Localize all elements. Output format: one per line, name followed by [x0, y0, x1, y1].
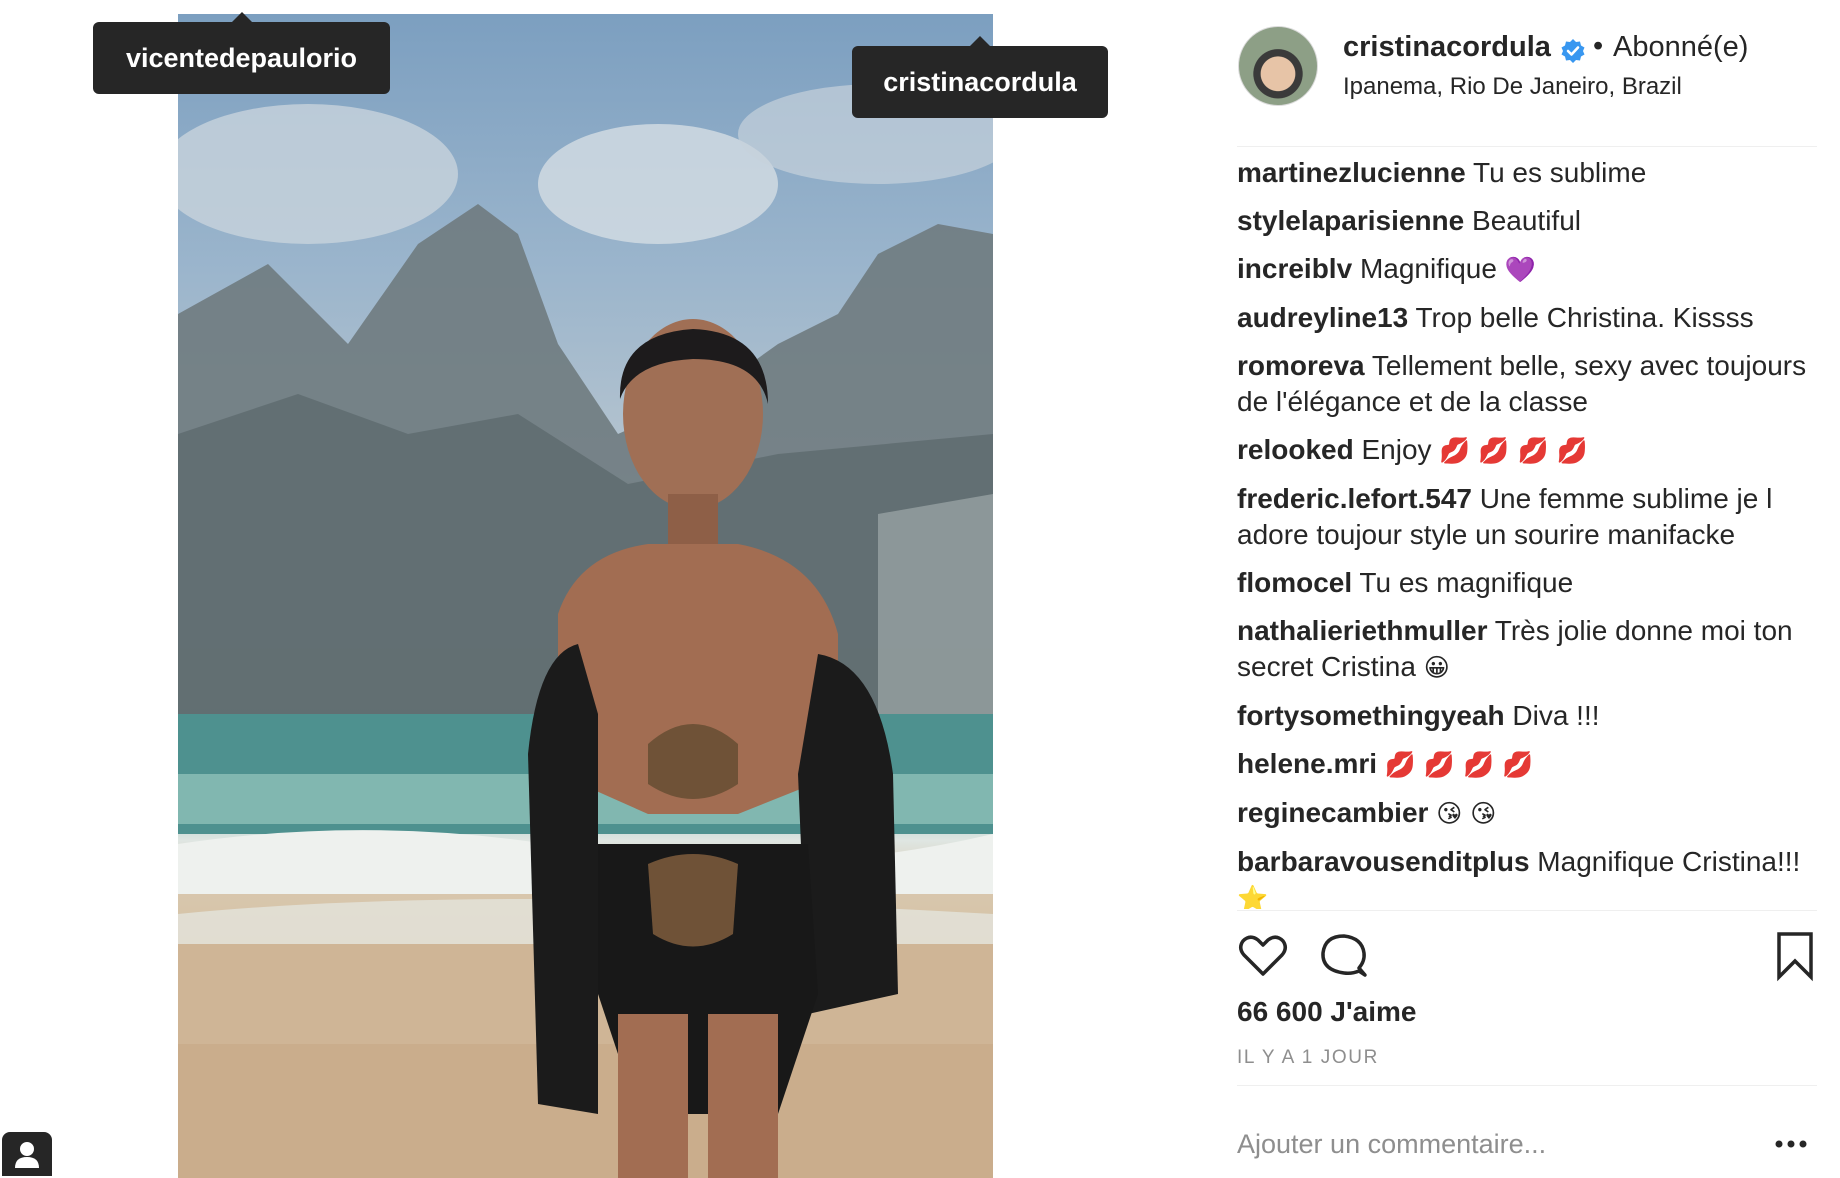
comment-item: romoreva Tellement belle, sexy avec touj…: [1237, 348, 1812, 420]
comment-username[interactable]: romoreva: [1237, 350, 1365, 381]
comment-text: Beautiful: [1472, 205, 1581, 236]
comment-item: stylelaparisienne Beautiful: [1237, 203, 1812, 239]
comment-item: audreyline13 Trop belle Christina. Kisss…: [1237, 300, 1812, 336]
tag-username: cristinacordula: [883, 67, 1077, 97]
likes-count[interactable]: 66 600 J'aime: [1237, 996, 1416, 1028]
speech-bubble-icon[interactable]: [1317, 930, 1369, 982]
heart-icon[interactable]: [1237, 930, 1289, 982]
post-header: cristinacordula • Abonné(e) Ipanema, Rio…: [1237, 26, 1817, 146]
comment-username[interactable]: martinezlucienne: [1237, 157, 1466, 188]
comment-item: martinezlucienne Tu es sublime: [1237, 155, 1812, 191]
comment-emoji: 💋 💋 💋 💋: [1384, 750, 1534, 779]
comment-item: relooked Enjoy 💋 💋 💋 💋: [1237, 432, 1812, 469]
separator-dot: •: [1593, 30, 1604, 62]
comment-username[interactable]: helene.mri: [1237, 748, 1377, 779]
ellipsis-icon[interactable]: [1773, 1138, 1809, 1150]
post-sidebar: cristinacordula • Abonné(e) Ipanema, Rio…: [1237, 0, 1817, 1178]
comment-text: Enjoy: [1361, 434, 1432, 465]
comment-emoji: 💜: [1504, 255, 1536, 284]
post-location[interactable]: Ipanema, Rio De Janeiro, Brazil: [1343, 73, 1682, 101]
comments-list[interactable]: martinezlucienne Tu es sublime stylelapa…: [1237, 147, 1817, 909]
user-silhouette-icon: [15, 1142, 39, 1168]
post-actions: [1237, 930, 1817, 982]
comment-text: Trop belle Christina. Kissss: [1415, 302, 1754, 333]
comment-item: increiblv Magnifique 💜: [1237, 251, 1812, 288]
comment-item: fortysomethingyeah Diva !!!: [1237, 698, 1812, 734]
photo-tag-cristinacordula[interactable]: cristinacordula: [852, 36, 1108, 118]
avatar[interactable]: [1238, 26, 1318, 106]
photo-tag-vicentedepaulorio[interactable]: vicentedepaulorio: [93, 12, 390, 94]
comment-text: Tu es magnifique: [1359, 567, 1574, 598]
comment-username[interactable]: reginecambier: [1237, 797, 1428, 828]
comment-emoji: 💋 💋 💋 💋: [1439, 436, 1588, 465]
post-timestamp[interactable]: IL Y A 1 JOUR: [1237, 1047, 1379, 1069]
beach-scene-image: [178, 84, 993, 1178]
add-comment-input[interactable]: [1237, 1124, 1737, 1164]
comment-username[interactable]: barbaravousenditplus: [1237, 846, 1530, 877]
post-author-username[interactable]: cristinacordula: [1343, 31, 1551, 64]
follow-status-button[interactable]: Abonné(e): [1613, 31, 1748, 64]
comment-username[interactable]: flomocel: [1237, 567, 1352, 598]
comment-username[interactable]: relooked: [1237, 434, 1354, 465]
comment-item: barbaravousenditplus Magnifique Cristina…: [1237, 844, 1812, 909]
comment-username[interactable]: nathalieriethmuller: [1237, 615, 1488, 646]
comment-text: Magnifique Cristina!!!: [1537, 846, 1801, 877]
comment-emoji: 😀: [1423, 653, 1450, 682]
post-photo[interactable]: [178, 14, 993, 1178]
comment-item: helene.mri 💋 💋 💋 💋: [1237, 746, 1812, 783]
comment-item: flomocel Tu es magnifique: [1237, 565, 1812, 601]
comment-emoji: ⭐: [1237, 884, 1269, 909]
comment-username[interactable]: fortysomethingyeah: [1237, 700, 1505, 731]
bookmark-icon[interactable]: [1769, 930, 1821, 982]
verified-badge-icon: [1561, 39, 1585, 63]
toggle-tags-button[interactable]: [2, 1132, 52, 1176]
comment-item: frederic.lefort.547 Une femme sublime je…: [1237, 481, 1812, 553]
divider: [1237, 910, 1817, 911]
tag-username: vicentedepaulorio: [125, 43, 358, 73]
comment-username[interactable]: audreyline13: [1237, 302, 1408, 333]
comment-username[interactable]: stylelaparisienne: [1237, 205, 1464, 236]
comment-username[interactable]: frederic.lefort.547: [1237, 483, 1472, 514]
divider: [1237, 1085, 1817, 1086]
comment-item: reginecambier 😘 😘: [1237, 795, 1812, 832]
comment-username[interactable]: increiblv: [1237, 253, 1352, 284]
comment-text: Magnifique: [1359, 253, 1497, 284]
comment-item: nathalieriethmuller Très jolie donne moi…: [1237, 613, 1812, 686]
comment-text: Diva !!!: [1512, 700, 1600, 731]
comment-text: Tu es sublime: [1473, 157, 1647, 188]
comment-emoji: 😘 😘: [1436, 799, 1497, 828]
